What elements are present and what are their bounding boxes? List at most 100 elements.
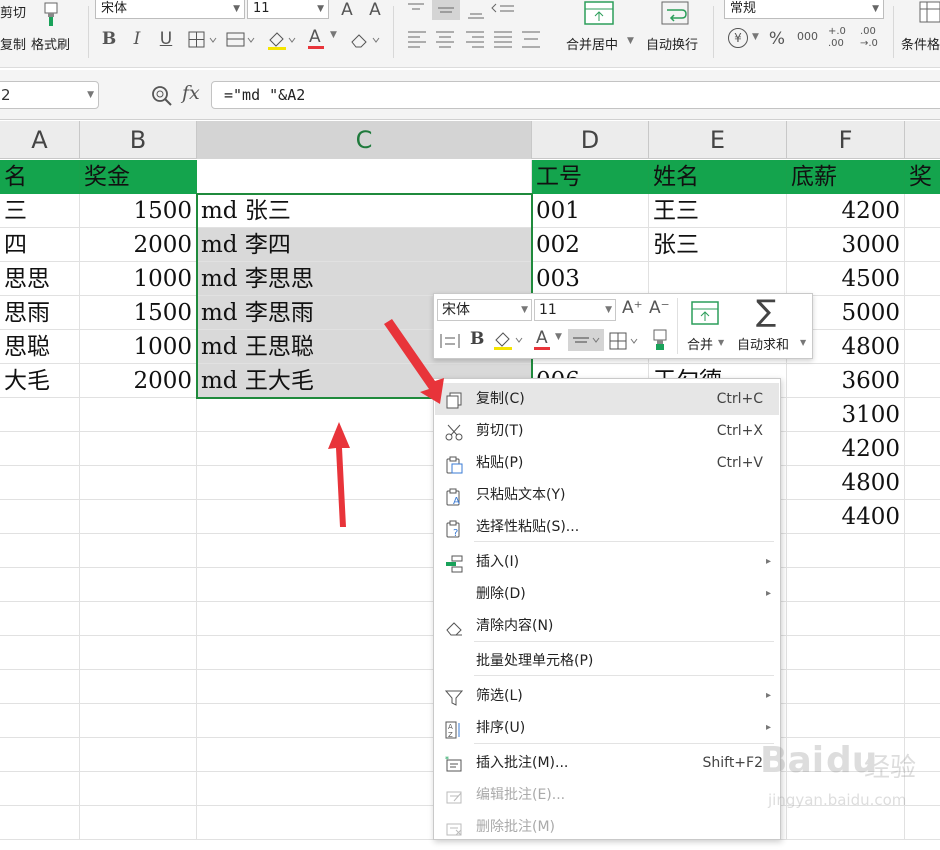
mini-format-painter-icon[interactable]: [648, 328, 672, 352]
percent-icon[interactable]: %: [766, 29, 788, 49]
cell-g[interactable]: [905, 364, 940, 398]
fill-color-icon[interactable]: [266, 29, 298, 51]
border-icon[interactable]: [188, 31, 220, 49]
context-menu-item[interactable]: 粘贴(P) Ctrl+V: [435, 447, 779, 479]
column-header-f[interactable]: F: [787, 121, 905, 159]
cell-b[interactable]: [80, 738, 197, 772]
cell-c[interactable]: md 李四: [197, 228, 532, 262]
cell-g[interactable]: [905, 704, 940, 738]
underline-icon[interactable]: U: [156, 29, 176, 49]
cell-b[interactable]: 2000: [80, 228, 197, 262]
header-cell-a[interactable]: 名: [0, 160, 80, 194]
conditional-format-button[interactable]: 条件格: [901, 34, 940, 53]
column-header-a[interactable]: A: [0, 121, 80, 159]
bold-icon[interactable]: B: [99, 29, 119, 49]
cell-g[interactable]: [905, 432, 940, 466]
cell-b[interactable]: [80, 636, 197, 670]
format-painter-icon[interactable]: [38, 2, 66, 28]
cell-a[interactable]: [0, 568, 80, 602]
cell-a[interactable]: [0, 806, 80, 840]
cell-d[interactable]: 001: [532, 194, 649, 228]
cell-f[interactable]: 4200: [787, 194, 905, 228]
sigma-icon[interactable]: ∑: [756, 294, 776, 329]
cell-b[interactable]: 1500: [80, 194, 197, 228]
cell-f[interactable]: 4500: [787, 262, 905, 296]
zoom-search-icon[interactable]: [150, 84, 174, 108]
cell-e[interactable]: 王三: [649, 194, 787, 228]
mini-border-icon[interactable]: [608, 330, 642, 352]
cell-e[interactable]: [649, 262, 787, 296]
cell-b[interactable]: [80, 568, 197, 602]
format-painter-button[interactable]: 格式刷: [31, 34, 70, 53]
cell-c[interactable]: md 李思思: [197, 262, 532, 296]
cell-a[interactable]: 思聪: [0, 330, 80, 364]
wrap-text-icon[interactable]: [658, 0, 694, 28]
cell-f[interactable]: [787, 602, 905, 636]
cell-b[interactable]: [80, 704, 197, 738]
conditional-format-icon[interactable]: [918, 0, 940, 26]
context-menu-item[interactable]: 剪切(T) Ctrl+X: [435, 415, 779, 447]
header-cell-f[interactable]: 底薪: [787, 160, 905, 194]
cell-b[interactable]: [80, 466, 197, 500]
cell-f[interactable]: [787, 704, 905, 738]
fx-icon[interactable]: fx: [182, 82, 200, 104]
cell-a[interactable]: [0, 602, 80, 636]
wrap-text-button[interactable]: 自动换行: [646, 34, 698, 53]
name-box[interactable]: 2 ▼: [0, 81, 99, 109]
context-menu-item[interactable]: 清除内容(N): [435, 610, 779, 642]
mini-autosum-button[interactable]: 自动求和: [737, 334, 789, 353]
cell-f[interactable]: [787, 534, 905, 568]
context-menu-item[interactable]: ? 选择性粘贴(S)...: [435, 511, 779, 543]
font-color-icon[interactable]: A ▼: [306, 27, 340, 51]
cell-g[interactable]: [905, 534, 940, 568]
italic-icon[interactable]: I: [127, 29, 147, 49]
cell-a[interactable]: [0, 534, 80, 568]
cut-button[interactable]: 剪切: [0, 2, 26, 21]
cell-b[interactable]: [80, 602, 197, 636]
cell-g[interactable]: [905, 194, 940, 228]
cell-f[interactable]: 4200: [787, 432, 905, 466]
cell-g[interactable]: [905, 296, 940, 330]
cell-g[interactable]: [905, 636, 940, 670]
column-header-d[interactable]: D: [532, 121, 649, 159]
mini-merge-button[interactable]: 合并: [687, 334, 713, 353]
horizontal-align-group[interactable]: [404, 28, 544, 50]
column-header-b[interactable]: B: [80, 121, 197, 159]
cell-b[interactable]: 1000: [80, 330, 197, 364]
cell-b[interactable]: [80, 534, 197, 568]
increase-decimal-icon[interactable]: +.0.00: [828, 26, 854, 52]
merge-center-icon[interactable]: [583, 0, 617, 28]
context-menu-item[interactable]: 删除(D) ▸: [435, 578, 779, 610]
cell-g[interactable]: [905, 262, 940, 296]
cell-a[interactable]: [0, 772, 80, 806]
cell-c[interactable]: md 张三: [197, 194, 532, 228]
font-size-select[interactable]: 11 ▼: [247, 0, 329, 19]
cell-f[interactable]: 3100: [787, 398, 905, 432]
font-grow-icon[interactable]: A: [336, 0, 358, 20]
column-header-c[interactable]: C: [197, 121, 532, 159]
cell-a[interactable]: [0, 670, 80, 704]
column-header-e[interactable]: E: [649, 121, 787, 159]
header-cell-g[interactable]: 奖: [905, 160, 940, 194]
cell-g[interactable]: [905, 228, 940, 262]
context-menu-item[interactable]: 删除批注(M): [435, 811, 779, 843]
context-menu-item[interactable]: 批量处理单元格(P): [435, 645, 779, 677]
cell-b[interactable]: 1000: [80, 262, 197, 296]
cell-a[interactable]: 思思: [0, 262, 80, 296]
cell-d[interactable]: 002: [532, 228, 649, 262]
cell-b[interactable]: [80, 398, 197, 432]
context-menu-item[interactable]: 复制(C) Ctrl+C: [435, 383, 779, 415]
cell-style-icon[interactable]: [226, 31, 258, 49]
cell-a[interactable]: [0, 704, 80, 738]
thousands-icon[interactable]: 000: [797, 30, 818, 43]
mini-font-size-select[interactable]: 11 ▼: [534, 299, 616, 321]
header-cell-e[interactable]: 姓名: [649, 160, 787, 194]
mini-fill-color-icon[interactable]: [492, 329, 526, 351]
font-name-select[interactable]: 宋体 ▼: [95, 0, 245, 19]
font-grow-icon[interactable]: A⁺: [622, 298, 643, 318]
context-menu-item[interactable]: 筛选(L) ▸: [435, 680, 779, 712]
font-shrink-icon[interactable]: A: [364, 0, 386, 20]
cell-g[interactable]: [905, 568, 940, 602]
number-format-select[interactable]: 常规 ▼: [724, 0, 884, 19]
cell-a[interactable]: [0, 500, 80, 534]
